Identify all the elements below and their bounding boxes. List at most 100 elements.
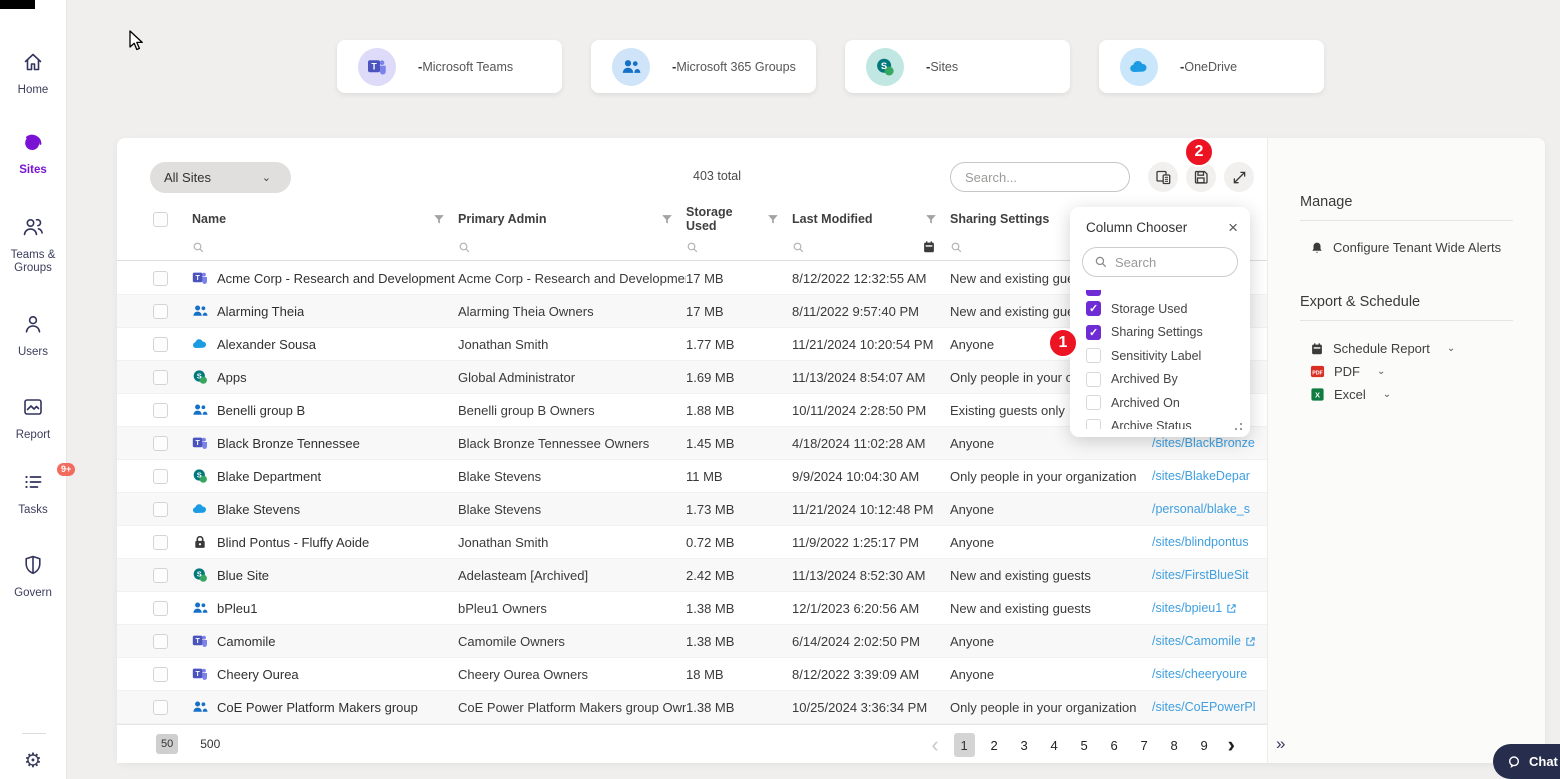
site-url-link[interactable]: /sites/Camomile <box>1152 634 1267 648</box>
column-search-input[interactable] <box>1115 254 1215 270</box>
row-checkbox[interactable] <box>153 303 168 319</box>
site-name[interactable]: Blake Department <box>217 469 321 484</box>
column-checkbox[interactable] <box>1086 348 1101 364</box>
page-size-option[interactable]: 500 <box>195 733 225 755</box>
sidebar-item-govern[interactable]: Govern <box>0 553 66 600</box>
filter-icon[interactable] <box>766 212 780 226</box>
sidebar-item-teams-groups[interactable]: Teams & Groups <box>0 215 66 275</box>
site-name[interactable]: Blake Stevens <box>217 502 300 517</box>
site-url-link[interactable]: /personal/blake_s <box>1152 502 1267 516</box>
column-checkbox[interactable] <box>1086 301 1101 317</box>
collapse-panel-icon[interactable]: » <box>1276 734 1285 754</box>
sidebar-item-home[interactable]: Home <box>0 50 66 97</box>
table-row[interactable]: Blue Site Adelasteam [Archived] 2.42 MB … <box>117 559 1267 592</box>
filter-icon[interactable] <box>432 212 446 226</box>
table-row[interactable]: bPleu1 bPleu1 Owners 1.38 MB 12/1/2023 6… <box>117 592 1267 625</box>
page-number[interactable]: 6 <box>1104 733 1125 757</box>
calendar-icon[interactable] <box>922 240 936 254</box>
row-checkbox[interactable] <box>153 534 168 550</box>
column-option[interactable]: Sensitivity Label <box>1086 344 1250 368</box>
row-checkbox[interactable] <box>153 468 168 484</box>
column-search-icon[interactable] <box>686 241 699 254</box>
page-number[interactable]: 1 <box>953 733 975 757</box>
site-url-link[interactable]: /sites/BlakeDepar <box>1152 469 1267 483</box>
sidebar-item-users[interactable]: Users <box>0 312 66 359</box>
table-row[interactable]: Blake Department Blake Stevens 11 MB 9/9… <box>117 460 1267 493</box>
column-checkbox[interactable] <box>1086 324 1101 340</box>
row-checkbox[interactable] <box>153 336 168 352</box>
card-sites[interactable]: -Sites <box>845 40 1070 93</box>
site-name[interactable]: Camomile <box>217 634 276 649</box>
filter-icon[interactable] <box>924 212 938 226</box>
card-onedrive[interactable]: -OneDrive <box>1099 40 1324 93</box>
resize-handle[interactable] <box>1240 428 1242 430</box>
site-name[interactable]: Cheery Ourea <box>217 667 299 682</box>
filter-icon[interactable] <box>660 212 674 226</box>
site-url-link[interactable]: /sites/blindpontus <box>1152 535 1267 549</box>
column-header-storage[interactable]: Storage Used <box>686 205 766 233</box>
column-search-icon[interactable] <box>192 241 205 254</box>
close-icon[interactable]: × <box>1228 219 1238 236</box>
page-number[interactable]: 4 <box>1044 733 1065 757</box>
sidebar-item-report[interactable]: Report <box>0 395 66 442</box>
row-checkbox[interactable] <box>153 633 168 649</box>
row-checkbox[interactable] <box>153 435 168 451</box>
sidebar-item-sites[interactable]: Sites <box>0 130 66 177</box>
column-option[interactable]: Archived By <box>1086 368 1250 392</box>
site-name[interactable]: bPleu1 <box>217 601 257 616</box>
site-url-link[interactable]: /sites/FirstBlueSit <box>1152 568 1267 582</box>
table-row[interactable]: Blake Stevens Blake Stevens 1.73 MB 11/2… <box>117 493 1267 526</box>
column-option[interactable]: Archived On <box>1086 391 1250 415</box>
site-url-link[interactable]: /sites/cheeryoure <box>1152 667 1267 681</box>
column-checkbox[interactable] <box>1086 371 1101 387</box>
chat-button[interactable]: Chat <box>1493 744 1560 779</box>
site-name[interactable]: Blind Pontus - Fluffy Aoide <box>217 535 369 550</box>
column-chooser-button[interactable] <box>1148 162 1178 192</box>
select-all-checkbox[interactable] <box>153 211 168 227</box>
page-number[interactable]: 9 <box>1194 733 1215 757</box>
row-checkbox[interactable] <box>153 501 168 517</box>
export-pdf-dropdown[interactable]: PDF PDF ⌄ <box>1310 364 1385 379</box>
page-number[interactable]: 2 <box>984 733 1005 757</box>
column-search-icon[interactable] <box>950 241 963 254</box>
page-number[interactable]: 3 <box>1014 733 1035 757</box>
page-number[interactable]: 5 <box>1074 733 1095 757</box>
table-search[interactable] <box>950 162 1141 192</box>
column-search-icon[interactable] <box>458 241 471 254</box>
column-option[interactable]: Storage Used <box>1086 297 1250 321</box>
sidebar-item-tasks[interactable]: 9+ Tasks <box>0 463 76 517</box>
column-header-modified[interactable]: Last Modified <box>792 212 873 226</box>
row-checkbox[interactable] <box>153 270 168 286</box>
site-name[interactable]: Alarming Theia <box>217 304 304 319</box>
settings-gear-icon[interactable]: ⚙ <box>0 748 66 773</box>
scope-dropdown[interactable]: All Sites ⌄ <box>150 162 291 193</box>
row-checkbox[interactable] <box>153 666 168 682</box>
site-name[interactable]: Acme Corp - Research and Development <box>217 271 455 286</box>
site-name[interactable]: Apps <box>217 370 247 385</box>
column-chooser-search[interactable] <box>1082 247 1238 277</box>
site-url-link[interactable]: /sites/CoEPowerPl <box>1152 700 1267 714</box>
schedule-report-dropdown[interactable]: Schedule Report ⌄ <box>1310 341 1455 356</box>
site-name[interactable]: Alexander Sousa <box>217 337 316 352</box>
table-row[interactable]: Cheery Ourea Cheery Ourea Owners 18 MB 8… <box>117 658 1267 691</box>
row-checkbox[interactable] <box>153 600 168 616</box>
export-excel-dropdown[interactable]: X Excel ⌄ <box>1310 387 1391 402</box>
site-url-link[interactable]: /sites/bpieu1 <box>1152 601 1267 615</box>
column-search-icon[interactable] <box>792 241 805 254</box>
page-number[interactable]: 8 <box>1164 733 1185 757</box>
fullscreen-button[interactable] <box>1224 162 1254 192</box>
card-m365-groups[interactable]: -Microsoft 365 Groups <box>591 40 816 93</box>
configure-alerts-link[interactable]: Configure Tenant Wide Alerts <box>1310 240 1501 255</box>
card-microsoft-teams[interactable]: -Microsoft Teams <box>337 40 562 93</box>
row-checkbox[interactable] <box>153 369 168 385</box>
column-header-primary-admin[interactable]: Primary Admin <box>458 212 546 226</box>
column-header-name[interactable]: Name <box>192 212 226 226</box>
prev-page-icon[interactable]: ‹ <box>925 734 944 756</box>
column-option[interactable]: Archive Status <box>1086 415 1250 429</box>
page-number[interactable]: 7 <box>1134 733 1155 757</box>
column-checkbox[interactable] <box>1086 395 1101 411</box>
next-page-icon[interactable]: › <box>1224 734 1239 756</box>
site-url-link[interactable]: /sites/BlackBronze <box>1152 436 1267 450</box>
row-checkbox[interactable] <box>153 567 168 583</box>
column-header-sharing[interactable]: Sharing Settings <box>950 212 1049 226</box>
